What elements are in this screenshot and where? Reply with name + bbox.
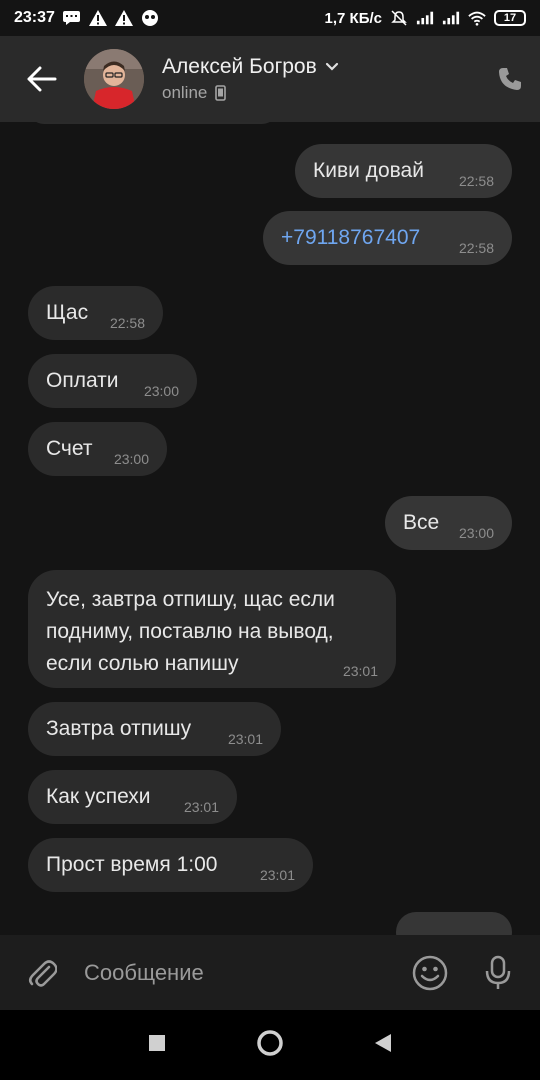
message-bubble-incoming[interactable]: Прост время 1:00 23:01	[28, 838, 313, 892]
status-time: 23:37	[14, 9, 55, 26]
message-bubble-outgoing[interactable]: Киви довай 22:58	[295, 144, 512, 198]
message-time: 23:00	[113, 451, 149, 467]
arrow-left-icon	[27, 66, 57, 92]
message-time: 23:01	[259, 867, 295, 883]
message-text-line: подниму, поставлю на вывод,	[46, 620, 334, 643]
recent-apps-button[interactable]	[148, 1034, 166, 1057]
smile-icon	[412, 955, 448, 990]
message-input[interactable]: Сообщение	[84, 960, 396, 986]
signal-icon	[416, 10, 434, 26]
back-nav-button[interactable]	[374, 1033, 392, 1058]
message-text: Счет	[46, 437, 93, 460]
message-time: 23:00	[143, 383, 179, 399]
message-text: Завтра отпишу	[46, 717, 192, 740]
message-text: Оплати	[46, 369, 119, 392]
message-text: Все	[403, 511, 440, 534]
warning-icon	[114, 10, 133, 26]
battery-icon: 17	[494, 10, 526, 26]
partial-message-bubble	[396, 912, 512, 935]
message-time: 23:01	[183, 799, 219, 815]
microphone-icon	[485, 955, 511, 989]
message-text: Как успехи	[46, 785, 151, 808]
phone-number-link[interactable]: +79118767407	[281, 226, 420, 249]
message-bubble-incoming[interactable]: Оплати 23:00	[28, 354, 197, 408]
paperclip-icon	[29, 959, 57, 987]
message-bubble-outgoing[interactable]: Все 23:00	[385, 496, 512, 550]
message-text: Щас	[46, 301, 89, 324]
message-notification-icon	[63, 10, 81, 26]
message-time: 23:01	[227, 731, 263, 747]
message-time: 23:01	[342, 663, 378, 679]
signal-icon	[442, 10, 460, 26]
mobile-phone-icon	[215, 85, 227, 101]
message-composer: Сообщение	[0, 935, 540, 1010]
contact-info[interactable]: Алексей Богров online	[162, 55, 480, 103]
square-icon	[149, 1034, 165, 1051]
message-bubble-incoming[interactable]: Счет 23:00	[28, 422, 167, 476]
chevron-down-icon	[325, 62, 338, 71]
message-text: Киви довай	[313, 159, 424, 182]
message-text-line: если солью напишу	[46, 652, 239, 675]
message-text: Прост время 1:00	[46, 853, 218, 876]
message-bubble-outgoing[interactable]: +79118767407 22:58	[263, 211, 512, 265]
message-bubble-incoming[interactable]: Щас 22:58	[28, 286, 163, 340]
triangle-back-icon	[375, 1033, 391, 1052]
message-bubble-incoming[interactable]: Завтра отпишу 23:01	[28, 702, 281, 756]
call-button[interactable]	[480, 36, 540, 122]
circle-icon	[257, 1029, 283, 1056]
message-bubble-incoming[interactable]: Как успехи 23:01	[28, 770, 237, 824]
contact-name: Алексей Богров	[162, 55, 317, 78]
message-list[interactable]: Киви довай 22:58 +79118767407 22:58 Щас …	[0, 122, 540, 935]
phone-icon	[499, 68, 521, 90]
message-text-line: Усе, завтра отпишу, щас если	[46, 588, 335, 611]
voice-message-button[interactable]	[464, 935, 532, 1010]
warning-icon	[88, 10, 107, 26]
message-time: 23:00	[458, 525, 494, 541]
system-navigation-bar	[0, 1010, 540, 1080]
network-speed: 1,7 КБ/с	[324, 9, 382, 27]
back-button[interactable]	[0, 36, 84, 122]
muted-bell-icon	[390, 10, 408, 26]
home-button[interactable]	[256, 1029, 284, 1062]
avatar[interactable]	[84, 49, 144, 109]
partial-message-bubble	[28, 122, 278, 124]
emoji-button[interactable]	[396, 935, 464, 1010]
message-time: 22:58	[458, 240, 494, 256]
app-notification-icon	[141, 10, 159, 26]
wifi-icon	[468, 10, 486, 26]
attach-button[interactable]	[0, 935, 84, 1010]
presence-status: online	[162, 83, 208, 102]
chat-header: Алексей Богров online	[0, 36, 540, 122]
message-bubble-incoming[interactable]: Усе, завтра отпишу, щас если подниму, по…	[28, 570, 396, 688]
message-time: 22:58	[458, 173, 494, 189]
message-time: 22:58	[109, 315, 145, 331]
status-bar: 23:37 1,7 КБ/с 17	[0, 0, 540, 36]
